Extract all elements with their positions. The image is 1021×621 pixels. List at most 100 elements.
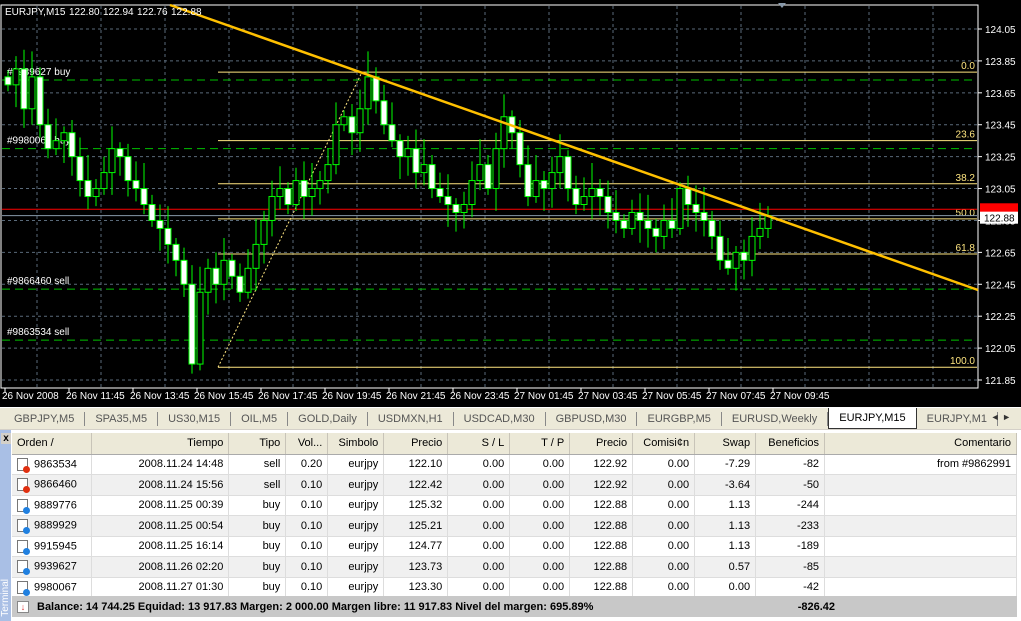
- column-header[interactable]: Tipo: [228, 433, 287, 455]
- column-header[interactable]: Simbolo: [327, 433, 385, 455]
- arrow-down-icon: ↓: [17, 600, 29, 613]
- candle-body: [252, 243, 260, 269]
- cell: 2008.11.24 14:48: [91, 454, 230, 475]
- cell: 0.00: [509, 577, 571, 598]
- cell: 122.88: [569, 556, 634, 578]
- cell: 0.10: [285, 515, 329, 537]
- table-row[interactable]: 9866460 2008.11.24 15:56 sell 0.10 eurjpy 122…: [12, 474, 1017, 496]
- candle-body: [476, 164, 484, 182]
- cell: -244: [755, 495, 826, 516]
- tab-scroll-arrows[interactable]: ◄ ►: [991, 412, 1011, 422]
- cell: 0.00: [509, 515, 571, 537]
- column-header[interactable]: Vol...: [285, 433, 329, 455]
- order-cell: 9915945: [12, 536, 93, 557]
- cell: 0.00: [632, 454, 696, 475]
- order-id: 9889776: [34, 499, 77, 512]
- cell: 0.10: [285, 556, 329, 578]
- order-id: 9939627: [34, 560, 77, 573]
- tab-eurusd-weekly[interactable]: EURUSD,Weekly: [722, 411, 829, 426]
- cell: eurjpy: [327, 515, 385, 537]
- tab-usdcad-m30[interactable]: USDCAD,M30: [454, 411, 546, 426]
- chart-canvas[interactable]: 124.05 123.85 123.65 123.45 123.25 123.05 122.…: [0, 0, 1021, 407]
- tab-gbpjpy-m5[interactable]: GBPJPY,M5: [4, 411, 86, 426]
- cell: 122.88: [569, 577, 634, 598]
- column-header[interactable]: Swap: [694, 433, 757, 455]
- candle-body: [92, 188, 100, 198]
- price-chart[interactable]: 124.05 123.85 123.65 123.45 123.25 123.05 122.…: [0, 0, 1021, 407]
- column-header[interactable]: Tiempo: [91, 433, 230, 455]
- cell: 0.00: [447, 454, 511, 475]
- buy-order-icon: [17, 519, 30, 535]
- candle-body: [4, 76, 12, 86]
- cell: -189: [755, 536, 826, 557]
- candle-body: [132, 180, 140, 190]
- column-header[interactable]: Comentario: [824, 433, 1017, 455]
- cell: 1.13: [694, 515, 757, 537]
- cell: 0.00: [509, 474, 571, 496]
- time-label: 27 Nov 07:45: [706, 391, 766, 402]
- candle-body: [548, 172, 556, 190]
- candle-body: [140, 188, 148, 206]
- cell: 2008.11.26 02:20: [91, 556, 230, 578]
- buy-order-icon: [17, 498, 30, 514]
- candle-body: [404, 148, 412, 158]
- table-row[interactable]: 9889929 2008.11.25 00:54 buy 0.10 eurjpy 125.…: [12, 515, 1017, 537]
- table-row[interactable]: 9939627 2008.11.26 02:20 buy 0.10 eurjpy 123.…: [12, 556, 1017, 578]
- table-row[interactable]: 9980067 2008.11.27 01:30 buy 0.10 eurjpy 123.…: [12, 577, 1017, 598]
- tab-oil-m5[interactable]: OIL,M5: [231, 411, 289, 426]
- cell: 0.00: [632, 577, 696, 598]
- column-header[interactable]: Precio: [569, 433, 634, 455]
- cell: 2008.11.25 00:54: [91, 515, 230, 537]
- cell: 0.00: [694, 577, 757, 598]
- cell: -42: [755, 577, 826, 598]
- candle-body: [596, 188, 604, 198]
- tab-us30-m15[interactable]: US30,M15: [158, 411, 232, 426]
- cell: 0.00: [447, 515, 511, 537]
- tab-gold-daily[interactable]: GOLD,Daily: [288, 411, 368, 426]
- table-row[interactable]: 9915945 2008.11.25 16:14 buy 0.10 eurjpy 124.…: [12, 536, 1017, 557]
- column-header[interactable]: S / L: [447, 433, 511, 455]
- chart-symbol-title: EURJPY,M15: [5, 7, 66, 18]
- column-header[interactable]: Orden /: [12, 433, 93, 455]
- candle-body: [36, 76, 44, 126]
- cell: [824, 495, 1017, 516]
- column-header[interactable]: Precio: [383, 433, 449, 455]
- time-label: 26 Nov 13:45: [130, 391, 190, 402]
- cell: 0.00: [632, 515, 696, 537]
- price-label: 123.85: [985, 57, 1016, 68]
- tab-eurgbp-m5[interactable]: EURGBP,M5: [637, 411, 722, 426]
- cell: 122.42: [383, 474, 449, 496]
- table-row[interactable]: 9889776 2008.11.25 00:39 buy 0.10 eurjpy 125.…: [12, 495, 1017, 516]
- tab-gbpusd-m30[interactable]: GBPUSD,M30: [546, 411, 638, 426]
- total-profit: -826.42: [797, 600, 835, 613]
- table-row[interactable]: 9863534 2008.11.24 14:48 sell 0.20 eurjpy 122…: [12, 454, 1017, 475]
- price-label: 123.25: [985, 153, 1016, 164]
- tab-usdmxn-h1[interactable]: USDMXN,H1: [368, 411, 454, 426]
- candle-body: [364, 76, 372, 110]
- tab-eurjpy-m1[interactable]: EURJPY,M1: [917, 411, 998, 426]
- cell: buy: [228, 536, 287, 557]
- candle-body: [244, 267, 252, 293]
- candle-body: [268, 196, 276, 221]
- candle-body: [372, 76, 380, 102]
- column-header[interactable]: T / P: [509, 433, 571, 455]
- summary-text: Balance: 14 744.25 Equidad: 13 917.83 Ma…: [37, 600, 594, 613]
- cell: sell: [228, 474, 287, 496]
- column-header[interactable]: Comisi¢n: [632, 433, 696, 455]
- tab-spa35-m5[interactable]: SPA35,M5: [85, 411, 159, 426]
- ohlc-value: 122.80: [69, 7, 100, 18]
- price-label: 122.05: [985, 344, 1016, 355]
- candle-body: [756, 227, 764, 237]
- cell: 1.13: [694, 536, 757, 557]
- time-label: 26 Nov 23:45: [450, 391, 510, 402]
- tab-eurjpy-m15[interactable]: EURJPY,M15: [828, 407, 917, 429]
- candle-body: [732, 251, 740, 269]
- order-id: 9915945: [34, 540, 77, 553]
- cell: buy: [228, 577, 287, 598]
- chart-frame: [0, 4, 979, 389]
- cell: 124.77: [383, 536, 449, 557]
- column-header[interactable]: Beneficios: [755, 433, 826, 455]
- candle-body: [68, 132, 76, 158]
- close-icon[interactable]: x: [1, 433, 11, 444]
- price-label: 121.85: [985, 376, 1016, 387]
